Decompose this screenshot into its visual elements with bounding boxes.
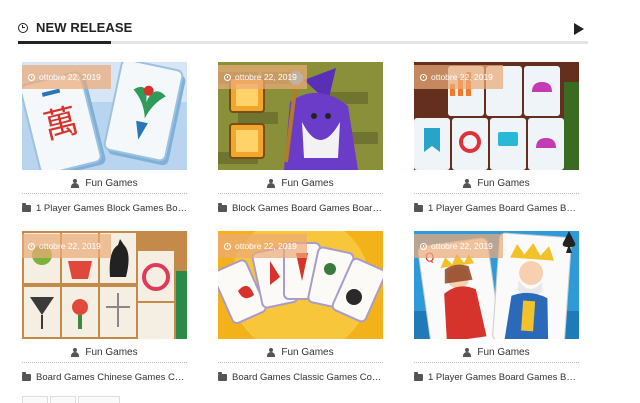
date-badge: ottobre 22, 2019: [218, 234, 307, 258]
section-title-group: NEW RELEASE: [18, 20, 132, 35]
divider: [414, 362, 579, 363]
category-links[interactable]: 1 Player Games Board Games Boardgames: [428, 203, 579, 214]
category-links[interactable]: Board Games Classic Games Connect Games: [232, 372, 383, 383]
folder-icon: [218, 202, 227, 212]
category-links[interactable]: 1 Player Games Board Games Boardgames: [428, 372, 579, 383]
folder-icon: [218, 371, 227, 381]
clock-icon: [224, 242, 231, 250]
date-badge: ottobre 22, 2019: [218, 65, 307, 89]
divider: [22, 193, 187, 194]
author-name[interactable]: Fun Games: [477, 347, 529, 358]
date-badge: ottobre 22, 2019: [22, 234, 111, 258]
category-line[interactable]: 1 Player Games Board Games Boardgames: [414, 201, 579, 215]
category-line[interactable]: Block Games Board Games Boardgames: [218, 201, 383, 215]
divider: [414, 193, 579, 194]
divider: [218, 193, 383, 194]
category-line[interactable]: Board Games Chinese Games Connect Games: [22, 370, 187, 384]
clock-icon: [28, 73, 35, 81]
game-card[interactable]: 萬 ottobre 22, 2019 Fun Games 1 Player Ga…: [22, 62, 187, 215]
user-icon: [71, 347, 80, 357]
post-date: ottobre 22, 2019: [39, 241, 101, 251]
user-icon: [71, 178, 80, 188]
author-line: Fun Games: [218, 176, 383, 190]
section-divider-accent: [18, 41, 111, 44]
post-date: ottobre 22, 2019: [235, 72, 297, 82]
category-line[interactable]: Board Games Classic Games Connect Games: [218, 370, 383, 384]
date-badge: ottobre 22, 2019: [22, 65, 111, 89]
section-title: NEW RELEASE: [36, 20, 133, 35]
folder-icon: [22, 371, 31, 381]
game-thumbnail[interactable]: ottobre 22, 2019: [218, 62, 383, 170]
post-date: ottobre 22, 2019: [431, 241, 493, 251]
section-header: NEW RELEASE: [18, 14, 588, 44]
folder-icon: [414, 371, 423, 381]
game-card[interactable]: ottobre 22, 2019 Fun Games 1 Player Game…: [414, 62, 579, 215]
divider: [218, 362, 383, 363]
game-card[interactable]: ottobre 22, 2019 Fun Games Board Games C…: [22, 231, 187, 384]
date-badge: ottobre 22, 2019: [414, 65, 503, 89]
clock-icon: [420, 242, 427, 250]
category-links[interactable]: Board Games Chinese Games Connect Games: [36, 372, 187, 383]
post-date: ottobre 22, 2019: [39, 72, 101, 82]
category-line[interactable]: 1 Player Games Board Games Boardgames: [414, 370, 579, 384]
game-thumbnail[interactable]: 萬 ottobre 22, 2019: [22, 62, 187, 170]
author-line: Fun Games: [414, 176, 579, 190]
author-line: Fun Games: [22, 176, 187, 190]
author-line: Fun Games: [414, 345, 579, 359]
category-line[interactable]: 1 Player Games Block Games Board Games: [22, 201, 187, 215]
game-thumbnail[interactable]: ottobre 22, 2019: [218, 231, 383, 339]
game-thumbnail[interactable]: ottobre 22, 2019: [22, 231, 187, 339]
author-name[interactable]: Fun Games: [85, 347, 137, 358]
author-line: Fun Games: [218, 345, 383, 359]
folder-icon: [414, 202, 423, 212]
category-links[interactable]: 1 Player Games Block Games Board Games: [36, 203, 187, 214]
author-name[interactable]: Fun Games: [281, 178, 333, 189]
game-card[interactable]: ottobre 22, 2019 Fun Games Block Games B…: [218, 62, 383, 215]
game-card[interactable]: ottobre 22, 2019 Fun Games Board Games C…: [218, 231, 383, 384]
post-date: ottobre 22, 2019: [235, 241, 297, 251]
date-badge: ottobre 22, 2019: [414, 234, 503, 258]
folder-icon: [22, 202, 31, 212]
game-thumbnail[interactable]: Q ottobre 22, 2019: [414, 231, 579, 339]
next-arrow-icon[interactable]: [574, 23, 584, 35]
post-date: ottobre 22, 2019: [431, 72, 493, 82]
user-icon: [267, 347, 276, 357]
author-line: Fun Games: [22, 345, 187, 359]
author-name[interactable]: Fun Games: [477, 178, 529, 189]
game-thumbnail[interactable]: ottobre 22, 2019: [414, 62, 579, 170]
clock-icon: [18, 22, 28, 33]
category-links[interactable]: Block Games Board Games Boardgames: [232, 203, 383, 214]
clock-icon: [420, 73, 427, 81]
user-icon: [463, 178, 472, 188]
clock-icon: [28, 242, 35, 250]
user-icon: [463, 347, 472, 357]
game-card[interactable]: Q ottobre 22, 2019 Fun Games 1 Player Ga…: [414, 231, 579, 384]
author-name[interactable]: Fun Games: [281, 347, 333, 358]
author-name[interactable]: Fun Games: [85, 178, 137, 189]
user-icon: [267, 178, 276, 188]
divider: [22, 362, 187, 363]
clock-icon: [224, 73, 231, 81]
